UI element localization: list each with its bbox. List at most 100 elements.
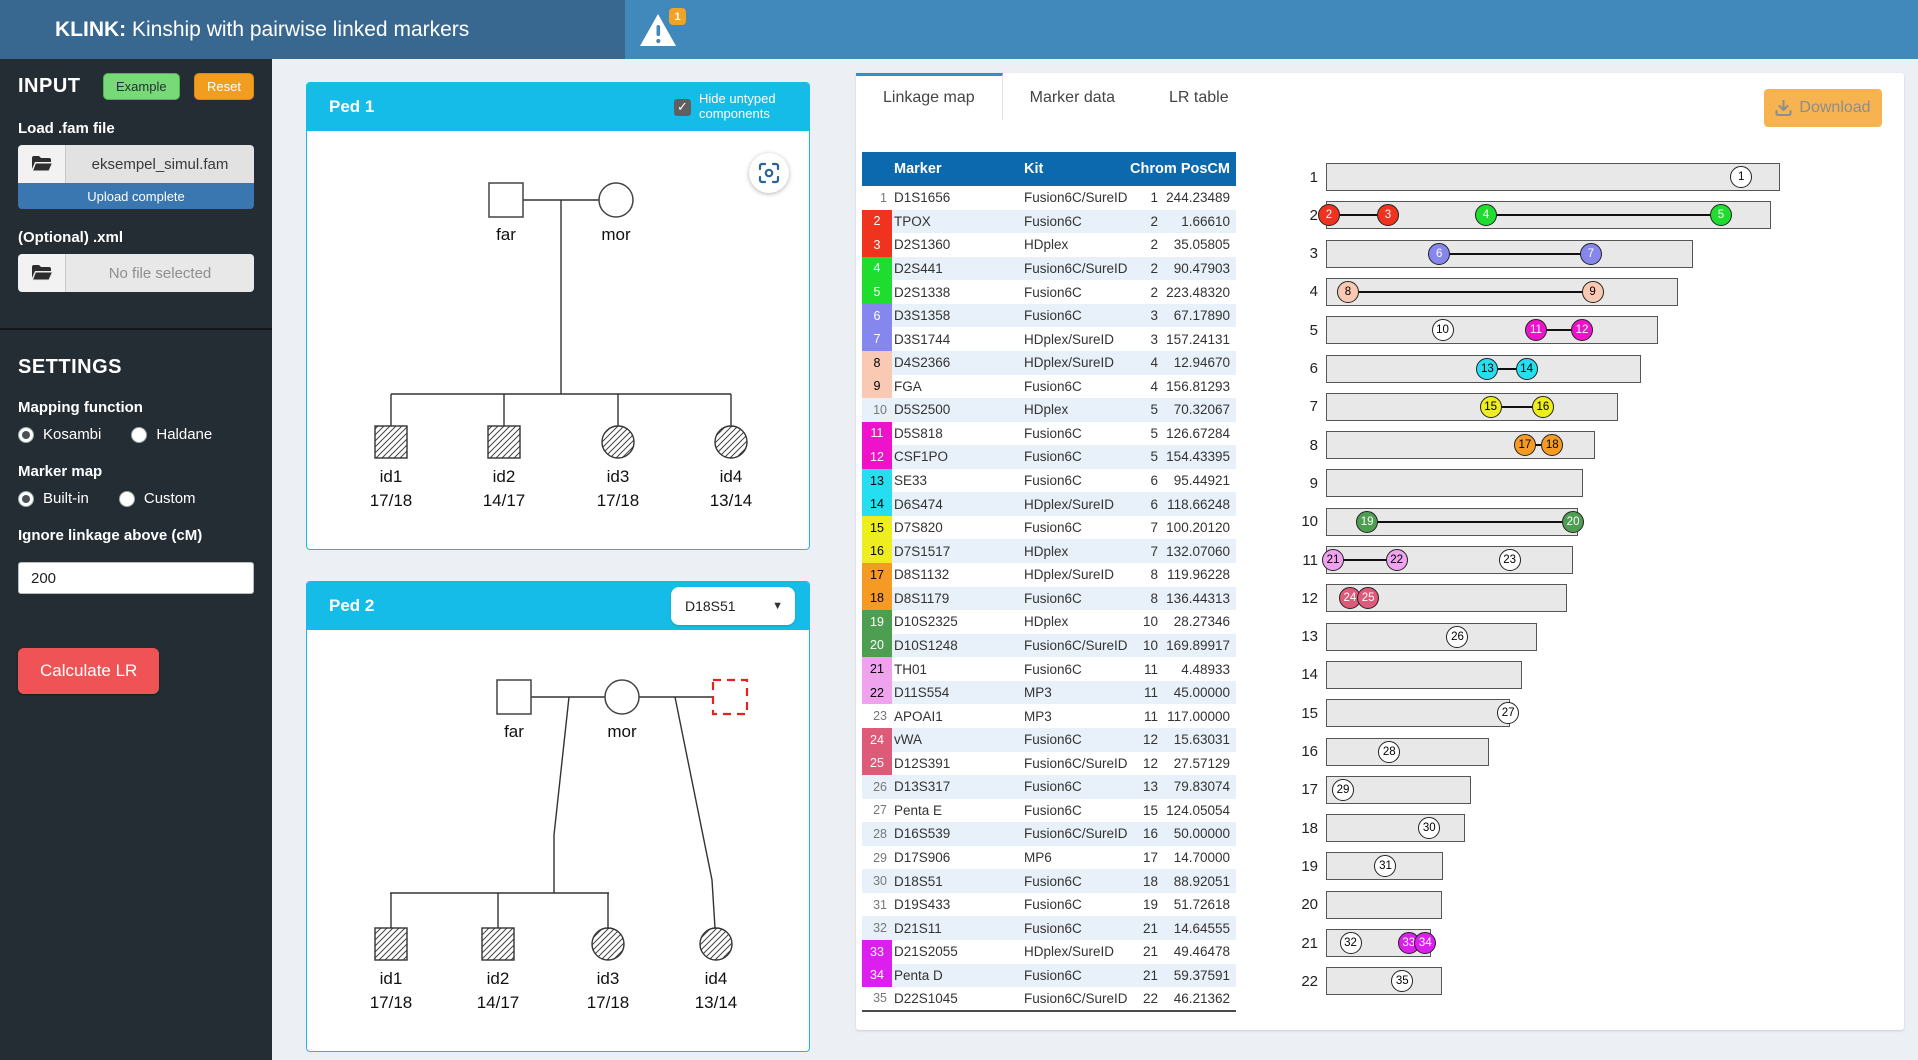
ped1-father-label: far <box>496 225 516 244</box>
tab-marker-data[interactable]: Marker data <box>1003 73 1142 120</box>
row-index-badge: 1 <box>862 186 892 210</box>
row-index-badge: 30 <box>862 869 892 893</box>
ped1-zoom-reset-button[interactable] <box>749 153 789 193</box>
marker-table: Marker Kit Chrom PosCM 1D1S1656Fusion6C/… <box>862 152 1236 1012</box>
app-title-rest: Kinship with pairwise linked markers <box>126 18 469 41</box>
cell-chrom: 7 <box>1128 516 1164 540</box>
ped2-marker-dropdown-value: D18S51 <box>685 598 736 614</box>
cell-marker: APOAI1 <box>892 704 1022 728</box>
ped2-marker-dropdown[interactable]: D18S51 ▼ <box>671 587 795 625</box>
cell-kit: HDplex/SureID <box>1022 563 1128 587</box>
tab-linkage-map[interactable]: Linkage map <box>856 73 1003 120</box>
cell-kit: HDplex/SureID <box>1022 351 1128 375</box>
cell-marker: vWA <box>892 728 1022 752</box>
row-index-badge: 26 <box>862 775 892 799</box>
hide-untyped-checkbox[interactable] <box>674 99 691 116</box>
cell-chrom: 11 <box>1128 681 1164 705</box>
warning-count-badge: 1 <box>669 8 686 25</box>
cell-kit: Fusion6C <box>1022 869 1128 893</box>
ped1-title: Ped 1 <box>329 97 674 117</box>
cell-kit: Fusion6C <box>1022 375 1128 399</box>
table-row: 29D17S906MP61714.70000 <box>862 846 1236 870</box>
ped2-child3-symbol <box>592 928 624 960</box>
row-index-badge: 3 <box>862 233 892 257</box>
reset-button[interactable]: Reset <box>194 73 254 100</box>
chromosome-label: 18 <box>1274 820 1318 837</box>
fam-browse-button[interactable] <box>18 145 66 183</box>
cell-chrom: 1 <box>1128 186 1164 210</box>
xml-file-placeholder[interactable]: No file selected <box>66 254 254 292</box>
cell-pos: 90.47903 <box>1164 257 1236 281</box>
radio-kosambi[interactable]: Kosambi <box>18 426 101 443</box>
row-index-badge: 32 <box>862 916 892 940</box>
table-row: 30D18S51Fusion6C1888.92051 <box>862 869 1236 893</box>
ped1-child2-symbol <box>488 426 520 458</box>
cell-marker: D4S2366 <box>892 351 1022 375</box>
fam-file-name[interactable]: eksempel_simul.fam <box>66 145 254 183</box>
row-index-badge: 12 <box>862 445 892 469</box>
col-chrom: Chrom <box>1128 152 1164 186</box>
linked-pair-line <box>1348 291 1593 293</box>
cell-kit: HDplex/SureID <box>1022 492 1128 516</box>
download-button[interactable]: Download <box>1764 89 1882 127</box>
row-index-badge: 27 <box>862 799 892 823</box>
cell-kit: Fusion6C/SureID <box>1022 186 1128 210</box>
results-card: Linkage map Marker data LR table Downloa… <box>856 73 1904 1030</box>
ignore-linkage-input[interactable] <box>18 562 254 594</box>
cell-pos: 117.00000 <box>1164 704 1236 728</box>
cell-marker: D3S1744 <box>892 327 1022 351</box>
tab-lr-table[interactable]: LR table <box>1142 73 1256 120</box>
ped2-mother-label: mor <box>607 722 637 741</box>
table-row: 21TH01Fusion6C114.48933 <box>862 657 1236 681</box>
cell-pos: 136.44313 <box>1164 587 1236 611</box>
marker-dot: 32 <box>1340 932 1362 954</box>
warning-indicator[interactable]: 1 <box>638 10 686 50</box>
chevron-down-icon: ▼ <box>772 600 783 612</box>
cell-marker: D10S1248 <box>892 634 1022 658</box>
hide-untyped-control[interactable]: Hide untyped components <box>674 92 795 122</box>
cell-marker: D19S433 <box>892 893 1022 917</box>
chromosome-label: 21 <box>1274 935 1318 952</box>
marker-dot: 11 <box>1525 319 1547 341</box>
xml-file-widget: No file selected <box>18 254 254 292</box>
folder-open-icon <box>31 155 53 173</box>
cell-pos: 4.48933 <box>1164 657 1236 681</box>
ped2-child3-id: id3 <box>597 969 620 988</box>
fam-file-label: Load .fam file <box>18 120 254 137</box>
xml-browse-button[interactable] <box>18 254 66 292</box>
marker-dot: 9 <box>1582 281 1604 303</box>
row-index-badge: 34 <box>862 964 892 988</box>
radio-haldane[interactable]: Haldane <box>131 426 212 443</box>
ped2-child2-genotype: 14/17 <box>477 993 520 1012</box>
row-index-badge: 13 <box>862 469 892 493</box>
cell-chrom: 8 <box>1128 587 1164 611</box>
table-row: 4D2S441Fusion6C/SureID290.47903 <box>862 257 1236 281</box>
chromosome-bar <box>1326 661 1522 689</box>
ped2-father-symbol <box>497 680 531 714</box>
chromosome-label: 4 <box>1274 283 1318 300</box>
marker-dot: 19 <box>1356 511 1378 533</box>
chromosome-label: 22 <box>1274 973 1318 990</box>
cell-marker: D2S441 <box>892 257 1022 281</box>
example-button[interactable]: Example <box>103 73 180 100</box>
cell-marker: D2S1338 <box>892 280 1022 304</box>
kosambi-radio-icon[interactable] <box>18 427 34 443</box>
cell-chrom: 4 <box>1128 351 1164 375</box>
cell-kit: Fusion6C <box>1022 210 1128 234</box>
marker-dot: 22 <box>1386 549 1408 571</box>
cell-pos: 156.81293 <box>1164 375 1236 399</box>
row-index-badge: 2 <box>862 210 892 234</box>
ped1-child1-genotype: 17/18 <box>370 491 413 510</box>
radio-builtin[interactable]: Built-in <box>18 490 89 507</box>
radio-custom[interactable]: Custom <box>119 490 196 507</box>
calculate-lr-button[interactable]: Calculate LR <box>18 648 159 694</box>
cell-chrom: 15 <box>1128 799 1164 823</box>
cell-pos: 244.23489 <box>1164 186 1236 210</box>
custom-radio-icon[interactable] <box>119 491 135 507</box>
linked-pair-line <box>1439 253 1591 255</box>
haldane-radio-icon[interactable] <box>131 427 147 443</box>
col-kit: Kit <box>1022 152 1128 186</box>
table-row: 7D3S1744HDplex/SureID3157.24131 <box>862 327 1236 351</box>
table-row: 11D5S818Fusion6C5126.67284 <box>862 422 1236 446</box>
builtin-radio-icon[interactable] <box>18 491 34 507</box>
